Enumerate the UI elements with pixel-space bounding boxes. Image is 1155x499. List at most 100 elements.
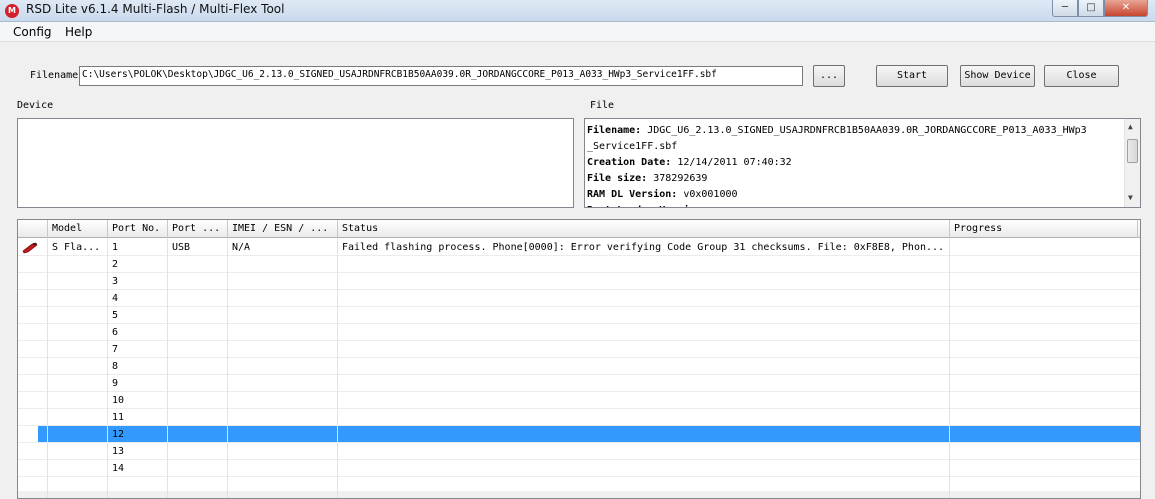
cell-port-type [168,273,228,290]
cell-port-no: 4 [112,293,119,304]
cell-model: S Fla... [52,242,101,253]
table-row[interactable]: 10 [18,392,1140,409]
file-info-line: Creation Date: 12/14/2011 07:40:32 [587,155,1122,171]
grid-column-divider [227,238,228,498]
cell-port-type [168,341,228,358]
header-port-type[interactable]: Port ... [168,220,228,238]
cell-progress [950,307,1138,324]
file-info-value: _Service1FF.sbf [587,141,678,152]
file-info-value: 12/14/2011 07:40:32 [671,157,792,168]
menu-config[interactable]: Config [13,25,52,39]
cell-imei [228,392,338,409]
grid-column-divider [337,238,338,498]
scroll-up-icon[interactable]: ▲ [1128,122,1133,131]
cell-progress [950,324,1138,341]
table-row[interactable]: 6 [18,324,1140,341]
cell-status [338,392,950,409]
minimize-button[interactable]: ─ [1052,0,1078,17]
scroll-down-icon[interactable]: ▼ [1128,193,1133,202]
header-imei[interactable]: IMEI / ESN / ... [228,220,338,238]
cell-model [48,358,108,375]
cell-port-no: 6 [112,327,119,338]
file-info-value: v0x001000 [677,189,738,200]
file-info-panel[interactable]: Filename: JDGC_U6_2.13.0_SIGNED_USAJRDNF… [584,118,1141,208]
file-info-line: Boot Loader Version: [587,203,1122,207]
cell-imei [228,256,338,273]
table-row[interactable]: 12 [18,426,1140,443]
table-row[interactable]: 14 [18,460,1140,477]
cell-imei: N/A [232,242,251,253]
show-device-button[interactable]: Show Device [960,65,1035,87]
cell-imei [228,409,338,426]
table-row[interactable]: 7 [18,341,1140,358]
cell-model [48,290,108,307]
table-row[interactable]: 8 [18,358,1140,375]
menu-help[interactable]: Help [65,25,92,39]
cell-port-no: 1 [112,242,119,253]
file-info-key: RAM DL Version: [587,189,678,200]
file-label: File [590,100,615,111]
cell-status [338,426,950,443]
cell-imei [228,443,338,460]
header-icon-column[interactable] [18,220,48,238]
grid-column-divider [949,238,950,498]
filename-input[interactable]: C:\Users\POLOK\Desktop\JDGC_U6_2.13.0_SI… [79,66,803,86]
cell-imei [228,358,338,375]
browse-button[interactable]: ... [813,65,845,87]
close-window-button[interactable]: ✕ [1104,0,1148,17]
file-info-key: Creation Date: [587,157,672,168]
header-model[interactable]: Model [48,220,108,238]
cell-progress [950,290,1138,307]
cell-port-type [168,443,228,460]
cell-port-type [168,290,228,307]
cell-model [48,307,108,324]
cell-status [338,307,950,324]
grid-horizontal-scrollbar[interactable] [18,491,1140,498]
file-info-line: _Service1FF.sbf [587,139,1122,155]
file-info-line: RAM DL Version: v0x001000 [587,187,1122,203]
cell-port-type [168,324,228,341]
start-button[interactable]: Start [876,65,948,87]
header-status[interactable]: Status [338,220,950,238]
table-row[interactable]: 2 [18,256,1140,273]
cell-port-no: 10 [112,395,125,406]
table-row[interactable]: 9 [18,375,1140,392]
cell-progress [950,375,1138,392]
device-panel[interactable] [17,118,574,208]
cell-progress [950,392,1138,409]
grid-column-divider [167,238,168,498]
header-port-no[interactable]: Port No. [108,220,168,238]
table-row[interactable]: 5 [18,307,1140,324]
device-label: Device [17,100,54,111]
filename-label: Filename [30,70,79,81]
cell-model [48,273,108,290]
grid-header: Model Port No. Port ... IMEI / ESN / ... Sta… [18,220,1140,238]
table-row[interactable]: S Fla... 1 USB N/A Failed flashing process. … [18,239,1140,256]
cell-status [338,290,950,307]
cell-port-type [168,358,228,375]
cell-model [48,256,108,273]
cell-port-no: 11 [112,412,125,423]
cell-port-type [168,256,228,273]
device-grid[interactable]: Model Port No. Port ... IMEI / ESN / ... Sta… [17,219,1141,499]
cell-model [48,375,108,392]
cell-model [48,392,108,409]
grid-column-divider [47,238,48,498]
table-row[interactable]: 4 [18,290,1140,307]
close-button[interactable]: Close [1044,65,1119,87]
cell-port-type [168,375,228,392]
cell-port-no: 3 [112,276,119,287]
cell-port-no: 7 [112,344,119,355]
cell-status: Failed flashing process. Phone[0000]: Er… [342,242,945,253]
file-info-scrollbar[interactable]: ▲ ▼ [1124,119,1140,207]
table-row[interactable]: 13 [18,443,1140,460]
cell-status [338,341,950,358]
file-info-key: File size: [587,173,648,184]
cell-progress [950,443,1138,460]
header-progress[interactable]: Progress [950,220,1138,238]
table-row[interactable]: 3 [18,273,1140,290]
cell-progress [950,341,1138,358]
maximize-button[interactable]: □ [1078,0,1104,17]
scrollbar-thumb[interactable] [1127,139,1138,163]
table-row[interactable]: 11 [18,409,1140,426]
